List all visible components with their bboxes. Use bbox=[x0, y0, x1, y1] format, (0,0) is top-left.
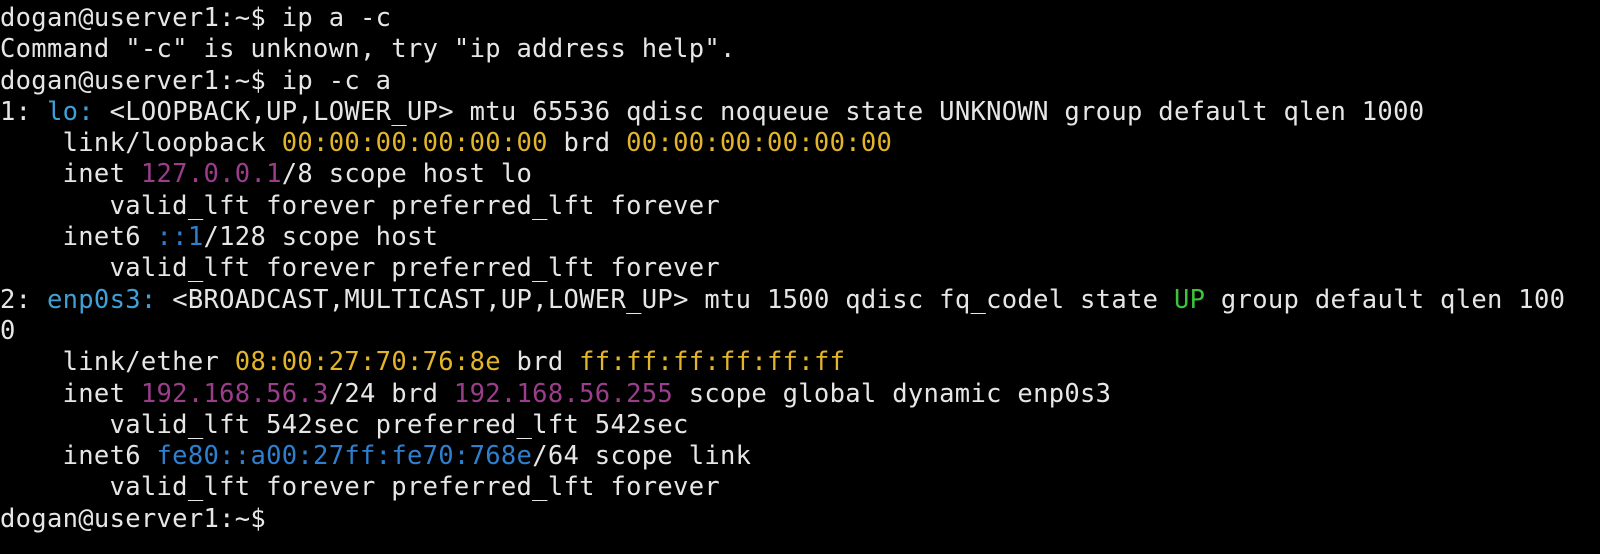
interface-lo-lifetime-2: valid_lft forever preferred_lft forever bbox=[0, 253, 721, 284]
inet6-scope: /128 scope host bbox=[203, 222, 439, 253]
ipv4-address: 127.0.0.1 bbox=[140, 159, 282, 190]
interface-lo-lifetime-1: valid_lft forever preferred_lft forever bbox=[0, 190, 721, 221]
interface-enp0s3-link: link/ether 08:00:27:70:76:8e brd ff:ff:f… bbox=[0, 347, 1600, 378]
ipv6-address: ::1 bbox=[156, 222, 204, 253]
interface-name: enp0s3: bbox=[46, 284, 157, 315]
inet-label: inet bbox=[0, 159, 141, 190]
interface-lo-header: 1: lo: <LOOPBACK,UP,LOWER_UP> mtu 65536 … bbox=[0, 97, 1600, 128]
interface-enp0s3-lifetime-1: valid_lft 542sec preferred_lft 542sec bbox=[0, 409, 689, 440]
interface-lo-link: link/loopback 00:00:00:00:00:00 brd 00:0… bbox=[0, 128, 1600, 159]
shell-prompt: dogan@userver1:~$ bbox=[0, 65, 282, 96]
broadcast-mac: ff:ff:ff:ff:ff:ff bbox=[579, 347, 846, 378]
command-text: ip a -c bbox=[281, 3, 392, 33]
interface-flags-tail: group default qlen 100 bbox=[1205, 284, 1566, 315]
link-label: link/loopback bbox=[0, 128, 282, 159]
wrapped-text: 0 bbox=[0, 315, 16, 346]
inet6-label: inet6 bbox=[0, 441, 157, 472]
link-label: link/ether bbox=[0, 347, 235, 378]
mac-address: 08:00:27:70:76:8e bbox=[234, 347, 501, 378]
brd-label: brd bbox=[500, 347, 580, 378]
shell-prompt: dogan@userver1:~$ bbox=[0, 503, 282, 534]
interface-enp0s3-lifetime-2: valid_lft forever preferred_lft forever bbox=[0, 472, 721, 503]
command-text: ip -c a bbox=[281, 65, 392, 96]
inet6-scope: /64 scope link bbox=[532, 441, 752, 472]
interface-lo-inet: inet 127.0.0.1/8 scope host lo bbox=[0, 159, 1600, 190]
inet-scope: scope global dynamic enp0s3 bbox=[673, 378, 1112, 409]
ipv6-address: fe80::a00:27ff:fe70:768e bbox=[156, 441, 533, 472]
interface-index: 2: bbox=[0, 284, 47, 315]
command-line-2: dogan@userver1:~$ ip -c a bbox=[0, 66, 1600, 97]
interface-enp0s3-header: 2: enp0s3: <BROADCAST,MULTICAST,UP,LOWER… bbox=[0, 285, 1600, 316]
inet6-label: inet6 bbox=[0, 222, 157, 253]
ipv4-address: 192.168.56.3 bbox=[140, 378, 329, 409]
inet-scope: /8 scope host lo bbox=[281, 159, 533, 190]
interface-flags: <BROADCAST,MULTICAST,UP,LOWER_UP> mtu 15… bbox=[156, 284, 1174, 315]
command-line-current[interactable]: dogan@userver1:~$ bbox=[0, 504, 1600, 535]
error-message: Command "-c" is unknown, try "ip address… bbox=[0, 34, 736, 65]
interface-index: 1: bbox=[0, 96, 47, 127]
inet-prefix-brd: /24 brd bbox=[328, 378, 454, 409]
interface-enp0s3-inet: inet 192.168.56.3/24 brd 192.168.56.255 … bbox=[0, 379, 1600, 410]
interface-lo-inet6: inet6 ::1/128 scope host bbox=[0, 222, 1600, 253]
shell-prompt: dogan@userver1:~$ bbox=[0, 3, 282, 33]
brd-label: brd bbox=[547, 128, 627, 159]
terminal-window[interactable]: dogan@userver1:~$ ip a -c Command "-c" i… bbox=[0, 0, 1600, 554]
ipv4-broadcast: 192.168.56.255 bbox=[453, 378, 674, 409]
broadcast-mac: 00:00:00:00:00:00 bbox=[626, 128, 893, 159]
interface-state: UP bbox=[1173, 284, 1206, 315]
mac-address: 00:00:00:00:00:00 bbox=[281, 128, 548, 159]
inet-label: inet bbox=[0, 378, 141, 409]
interface-enp0s3-inet6: inet6 fe80::a00:27ff:fe70:768e/64 scope … bbox=[0, 441, 1600, 472]
interface-flags: <LOOPBACK,UP,LOWER_UP> mtu 65536 qdisc n… bbox=[93, 96, 1425, 127]
interface-name: lo: bbox=[46, 96, 94, 127]
command-line-1: dogan@userver1:~$ ip a -c bbox=[0, 3, 1600, 34]
